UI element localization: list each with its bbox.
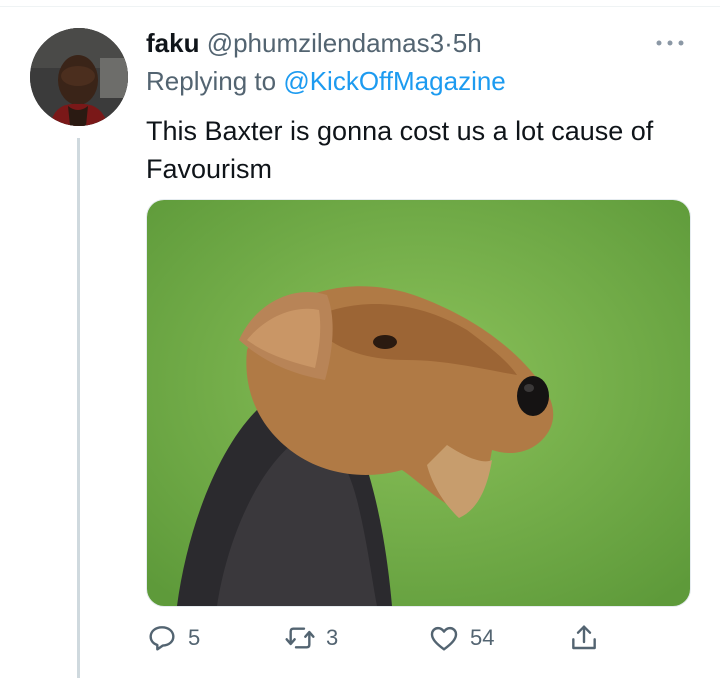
user-handle[interactable]: @phumzilendamas3 xyxy=(207,28,444,58)
replying-prefix: Replying to xyxy=(146,66,284,96)
tweet-header: faku @phumzilendamas3·5h xyxy=(146,26,482,60)
share-icon xyxy=(572,625,596,650)
tweet-image[interactable] xyxy=(146,199,691,607)
share-button[interactable] xyxy=(568,618,610,658)
tweet-actions: 5 3 54 xyxy=(146,618,616,658)
timestamp[interactable]: 5h xyxy=(453,28,482,58)
reply-mention-link[interactable]: @KickOffMagazine xyxy=(283,66,505,96)
display-name[interactable]: faku xyxy=(146,28,199,58)
top-divider xyxy=(0,0,720,7)
thread-line xyxy=(77,138,80,678)
retweet-button[interactable]: 3 xyxy=(284,618,338,658)
reply-icon xyxy=(149,626,175,651)
reply-count: 5 xyxy=(188,625,201,650)
like-button[interactable]: 54 xyxy=(428,618,494,658)
dog-photo xyxy=(147,200,690,606)
heart-icon xyxy=(430,626,458,651)
tweet-text: This Baxter is gonna cost us a lot cause… xyxy=(146,116,654,184)
retweet-icon xyxy=(285,627,315,649)
like-count: 54 xyxy=(470,625,495,650)
separator-dot: · xyxy=(444,28,453,58)
replying-to: Replying to @KickOffMagazine xyxy=(146,64,506,98)
more-icon[interactable] xyxy=(655,28,685,54)
reply-button[interactable]: 5 xyxy=(146,618,200,658)
retweet-count: 3 xyxy=(326,625,339,650)
avatar[interactable] xyxy=(30,28,128,126)
avatar-photo xyxy=(30,28,128,126)
